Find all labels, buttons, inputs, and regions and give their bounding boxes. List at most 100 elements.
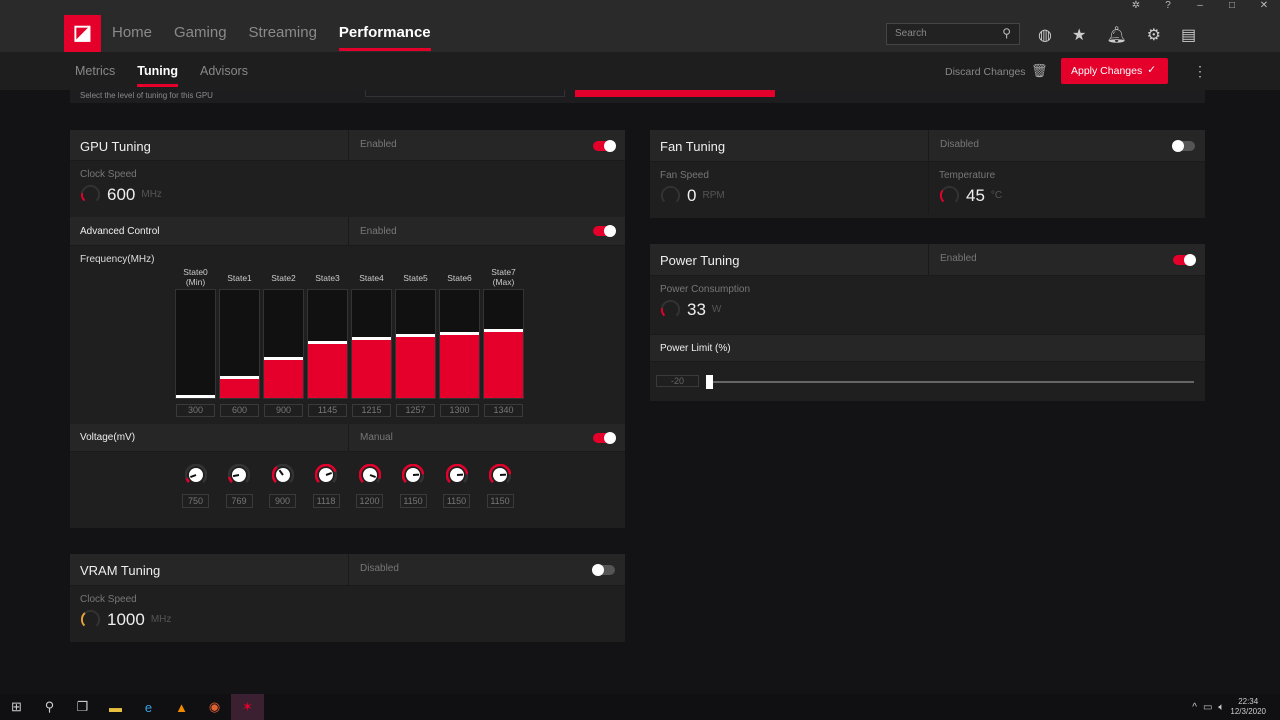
frequency-fill[interactable] bbox=[440, 331, 479, 398]
frequency-bar[interactable] bbox=[307, 289, 348, 399]
voltage-knob-7[interactable]: 1150 bbox=[480, 464, 521, 508]
frequency-bar[interactable] bbox=[483, 289, 524, 399]
tuning-preset-select[interactable] bbox=[365, 90, 565, 97]
frequency-fill[interactable] bbox=[220, 375, 259, 398]
vlc-icon[interactable]: ▲ bbox=[165, 700, 198, 715]
network-icon[interactable]: ▭ bbox=[1203, 702, 1212, 713]
voltage-dial-icon[interactable] bbox=[228, 464, 250, 486]
frequency-fill[interactable] bbox=[308, 341, 347, 398]
voltage-value[interactable]: 900 bbox=[269, 494, 296, 508]
voltage-knob-2[interactable]: 900 bbox=[262, 464, 303, 508]
frequency-fill[interactable] bbox=[352, 336, 391, 398]
discard-changes-button[interactable]: Discard Changes bbox=[945, 66, 1026, 78]
apply-changes-button[interactable]: Apply Changes ✓ bbox=[1061, 58, 1168, 84]
voltage-dial-icon[interactable] bbox=[402, 464, 424, 486]
voltage-knob-0[interactable]: 750 bbox=[175, 464, 216, 508]
search-icon[interactable]: ⚲ bbox=[1002, 26, 1011, 40]
frequency-value[interactable]: 1300 bbox=[440, 404, 479, 417]
frequency-bar[interactable] bbox=[219, 289, 260, 399]
voltage-knob-3[interactable]: 1118 bbox=[306, 464, 347, 508]
frequency-fill[interactable] bbox=[484, 328, 523, 398]
vram-tuning-toggle[interactable] bbox=[592, 564, 615, 576]
voltage-knob-1[interactable]: 769 bbox=[219, 464, 260, 508]
frequency-bar[interactable] bbox=[175, 289, 216, 399]
power-limit-track[interactable] bbox=[708, 381, 1194, 383]
chevron-up-icon[interactable]: ^ bbox=[1192, 702, 1197, 713]
voltage-value[interactable]: 1200 bbox=[356, 494, 383, 508]
more-options-icon[interactable]: ⋮ bbox=[1193, 63, 1207, 80]
voltage-dial-icon[interactable] bbox=[184, 464, 207, 486]
power-tuning-toggle[interactable] bbox=[1173, 254, 1196, 266]
search-taskbar-icon[interactable]: ⚲ bbox=[33, 699, 66, 715]
frequency-fill[interactable] bbox=[176, 395, 215, 398]
voltage-knob-5[interactable]: 1150 bbox=[393, 464, 434, 508]
frequency-bar[interactable] bbox=[263, 289, 304, 399]
voltage-knob-4[interactable]: 1200 bbox=[349, 464, 390, 508]
globe-icon[interactable]: ◍ bbox=[1038, 25, 1052, 45]
close-button[interactable]: ✕ bbox=[1248, 0, 1280, 12]
nav-performance[interactable]: Performance bbox=[338, 24, 431, 51]
tab-metrics[interactable]: Metrics bbox=[75, 64, 115, 78]
tab-tuning[interactable]: Tuning bbox=[137, 64, 178, 87]
gear-icon[interactable]: ⚙ bbox=[1147, 25, 1161, 45]
search-placeholder: Search bbox=[895, 28, 927, 39]
frequency-fill[interactable] bbox=[396, 334, 435, 398]
window-controls: ✲ ? – □ ✕ bbox=[1120, 0, 1280, 12]
minimize-button[interactable]: – bbox=[1184, 0, 1216, 12]
fan-tuning-toggle[interactable] bbox=[1172, 140, 1195, 152]
nav-gaming[interactable]: Gaming bbox=[174, 24, 227, 41]
star-icon[interactable]: ★ bbox=[1072, 25, 1086, 45]
frequency-bar[interactable] bbox=[351, 289, 392, 399]
voltage-dial-icon[interactable] bbox=[445, 464, 468, 486]
search-input[interactable]: Search ⚲ bbox=[886, 23, 1020, 45]
power-limit-slider[interactable]: -20 bbox=[650, 362, 1205, 402]
bug-report-icon[interactable]: ✲ bbox=[1120, 0, 1152, 12]
frequency-bar[interactable] bbox=[439, 289, 480, 399]
frequency-value[interactable]: 1257 bbox=[396, 404, 435, 417]
maximize-button[interactable]: □ bbox=[1216, 0, 1248, 12]
edge-icon[interactable]: e bbox=[132, 700, 165, 715]
frequency-value[interactable]: 1145 bbox=[308, 404, 347, 417]
frequency-value[interactable]: 1340 bbox=[484, 404, 523, 417]
obs-icon[interactable]: ◉ bbox=[198, 699, 231, 715]
voltage-dial-icon[interactable] bbox=[489, 464, 511, 486]
voltage-toggle[interactable] bbox=[593, 432, 616, 444]
power-limit-thumb[interactable] bbox=[706, 375, 713, 389]
task-view-icon[interactable]: ❐ bbox=[66, 699, 99, 715]
voltage-value[interactable]: 1150 bbox=[486, 494, 514, 508]
voltage-value[interactable]: 1118 bbox=[312, 494, 340, 508]
frequency-value[interactable]: 300 bbox=[176, 404, 215, 417]
clock[interactable]: 22:34 12/3/2020 bbox=[1230, 697, 1266, 717]
tab-advisors[interactable]: Advisors bbox=[200, 64, 248, 78]
voltage-value[interactable]: 1150 bbox=[399, 494, 427, 508]
voltage-dial-icon[interactable] bbox=[315, 464, 337, 486]
frequency-value[interactable]: 600 bbox=[220, 404, 259, 417]
advanced-control-toggle[interactable] bbox=[593, 225, 616, 237]
frequency-fill[interactable] bbox=[264, 356, 303, 398]
amd-radeon-taskbar-icon[interactable]: ✶ bbox=[231, 694, 264, 720]
windows-start-icon[interactable]: ⊞ bbox=[0, 699, 33, 715]
amd-logo[interactable]: ◪ bbox=[64, 15, 101, 52]
voltage-value[interactable]: 750 bbox=[182, 494, 209, 508]
nav-streaming[interactable]: Streaming bbox=[249, 24, 317, 41]
gpu-tuning-toggle[interactable] bbox=[593, 140, 616, 152]
frequency-value[interactable]: 1215 bbox=[352, 404, 391, 417]
state-label: State7 (Max) bbox=[483, 267, 524, 287]
fan-speed-unit: RPM bbox=[702, 190, 725, 201]
bell-icon[interactable]: 🔔︎ bbox=[1106, 25, 1126, 45]
tuning-preset-button[interactable] bbox=[575, 90, 775, 97]
trash-icon[interactable]: 🗑︎ bbox=[1031, 63, 1048, 79]
file-explorer-icon[interactable]: ▬ bbox=[99, 700, 132, 715]
voltage-dial-icon[interactable] bbox=[271, 464, 294, 486]
frequency-value[interactable]: 900 bbox=[264, 404, 303, 417]
frequency-bar[interactable] bbox=[395, 289, 436, 399]
nav-home[interactable]: Home bbox=[112, 24, 152, 41]
voltage-value[interactable]: 1150 bbox=[443, 494, 470, 508]
voltage-dial-icon[interactable] bbox=[358, 464, 381, 486]
voltage-value[interactable]: 769 bbox=[225, 494, 253, 508]
voltage-knob-6[interactable]: 1150 bbox=[436, 464, 477, 508]
volume-icon[interactable]: 🔈︎ bbox=[1218, 702, 1224, 713]
help-icon[interactable]: ? bbox=[1152, 0, 1184, 12]
sidebar-layout-icon[interactable]: ▤ bbox=[1181, 25, 1196, 45]
power-limit-value[interactable]: -20 bbox=[656, 375, 699, 387]
